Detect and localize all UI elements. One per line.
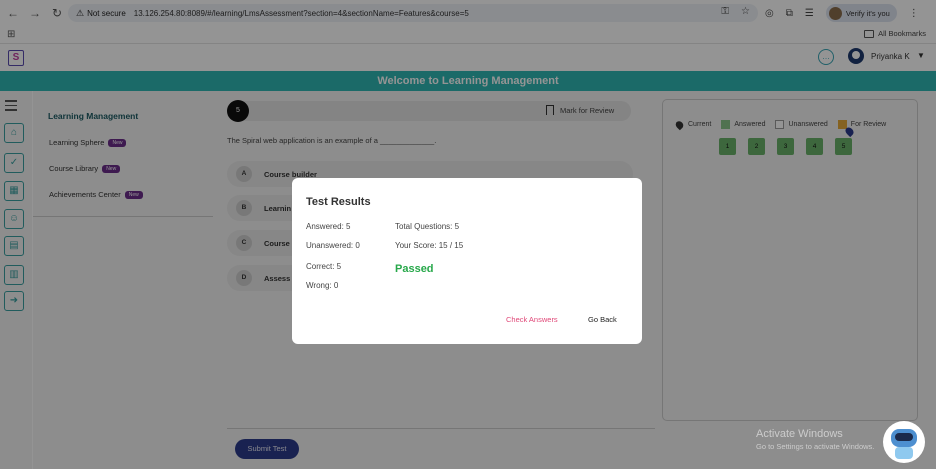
go-back-button[interactable]: Go Back [588,315,617,324]
test-results-dialog: Test Results Answered: 5 Unanswered: 0 C… [292,178,642,344]
total-questions: Total Questions: 5 [395,222,460,231]
dialog-title: Test Results [306,196,371,208]
unanswered-count: Unanswered: 0 [306,241,360,250]
watermark-subtitle: Go to Settings to activate Windows. [756,442,875,451]
chatbot-icon[interactable] [883,421,925,463]
check-answers-button[interactable]: Check Answers [506,315,558,324]
activate-windows-watermark: Activate Windows Go to Settings to activ… [756,428,874,451]
wrong-count: Wrong: 0 [306,281,339,290]
answered-count: Answered: 5 [306,222,351,231]
result-status: Passed [395,263,434,275]
watermark-title: Activate Windows [756,428,843,440]
score: Your Score: 15 / 15 [395,241,464,250]
correct-count: Correct: 5 [306,262,342,271]
